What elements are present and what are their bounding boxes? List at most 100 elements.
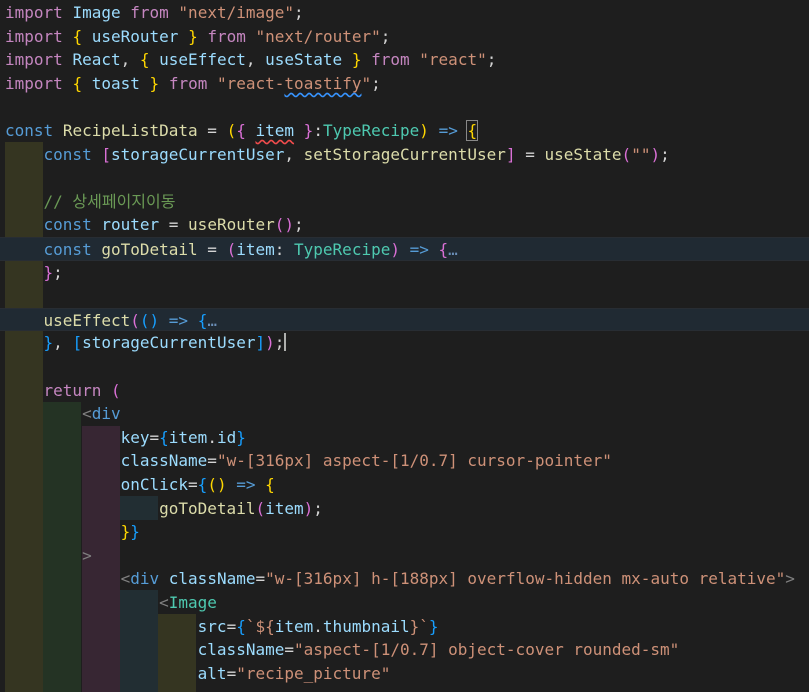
code-line-8[interactable] [0, 166, 809, 190]
code-token: => [438, 121, 458, 140]
code-line-6[interactable]: const RecipeListData = ({ item }:TypeRec… [0, 119, 809, 143]
code-line-9[interactable]: // 상세페이지이동 [0, 190, 809, 214]
text-cursor [284, 333, 287, 352]
code-token: { [197, 310, 208, 330]
code-token: }` [409, 616, 429, 636]
code-token: () [139, 310, 160, 330]
code-line-10[interactable]: const router = useRouter(); [0, 213, 809, 237]
code-line-25[interactable]: <div className="w-[316px] h-[188px] over… [0, 567, 809, 591]
code-token: } [149, 73, 160, 93]
code-line-12[interactable]: }; [0, 261, 809, 285]
code-token: useState [265, 50, 343, 70]
code-token: const [43, 144, 92, 164]
code-token: import [5, 73, 63, 93]
code-line-17[interactable]: return ( [0, 379, 809, 403]
code-token: { [466, 120, 479, 141]
code-token: { [438, 240, 449, 259]
code-line-7[interactable]: const [storageCurrentUser, setStorageCur… [0, 143, 809, 167]
code-line-27[interactable]: src={`${item.thumbnail}`} [0, 615, 809, 639]
code-token: const [43, 240, 92, 259]
code-line-22[interactable]: goToDetail(item); [0, 497, 809, 521]
code-token: = [207, 451, 217, 471]
code-token: onClick [120, 475, 189, 494]
code-line-20[interactable]: className="w-[316px] aspect-[1/0.7] curs… [0, 449, 809, 473]
code-line-14[interactable]: useEffect(() => {… [0, 307, 809, 332]
code-token: ( [226, 240, 237, 259]
code-token: import [5, 3, 63, 22]
code-line-16[interactable] [0, 355, 809, 379]
code-line-1[interactable]: import Image from "next/image"; [0, 1, 809, 25]
code-token: id [216, 427, 237, 447]
code-token: . [207, 427, 217, 447]
code-token: , [245, 50, 266, 70]
code-token: from [371, 50, 410, 70]
code-token: ( [226, 121, 237, 140]
code-token: ; [53, 262, 63, 282]
code-line-23[interactable]: }} [0, 520, 809, 544]
code-line-2[interactable]: import { useRouter } from "next/router"; [0, 25, 809, 49]
code-token: } [43, 262, 54, 282]
code-token: key [120, 427, 150, 447]
code-line-11[interactable]: const goToDetail = (item: TypeRecipe) =>… [0, 237, 809, 261]
code-token: // 상세페이지이동 [43, 191, 176, 211]
code-token: "recipe_picture" [236, 663, 391, 683]
code-token: } [120, 522, 131, 542]
code-token: } [303, 121, 314, 140]
code-line-28[interactable]: className="aspect-[1/0.7] object-cover r… [0, 638, 809, 662]
code-editor[interactable]: import Image from "next/image"; import { … [0, 0, 809, 692]
code-line-4[interactable]: import { toast } from "react-toastify"; [0, 72, 809, 96]
code-token: ; [294, 215, 304, 235]
code-line-19[interactable]: key={item.id} [0, 426, 809, 450]
code-token: < [120, 569, 131, 589]
code-line-21[interactable]: onClick={() => { [0, 473, 809, 497]
code-token: ] [255, 333, 266, 353]
code-line-24[interactable]: > [0, 544, 809, 568]
code-line-26[interactable]: <Image [0, 591, 809, 615]
code-token: useRouter [91, 26, 179, 46]
code-token: } [428, 616, 439, 636]
code-token: { [72, 26, 83, 46]
code-line-5[interactable] [0, 95, 809, 119]
code-token: from [168, 73, 208, 93]
code-line-18[interactable]: <div [0, 402, 809, 426]
code-token: ; [371, 73, 381, 93]
code-token: toast [91, 73, 140, 93]
code-token: item [274, 616, 314, 636]
code-token: } [130, 522, 140, 542]
code-token: "next/router" [255, 26, 381, 46]
code-line-29[interactable]: alt="recipe_picture" [0, 662, 809, 686]
code-token: => [236, 475, 256, 494]
code-line-15[interactable]: }, [storageCurrentUser]); [0, 331, 809, 355]
code-token: "react" [419, 50, 487, 70]
code-line-3[interactable]: import React, { useEffect, useState } fr… [0, 48, 809, 72]
code-line-13[interactable] [0, 284, 809, 308]
code-token: { [236, 616, 246, 636]
code-token: ) [419, 121, 429, 140]
code-token: toastify [284, 73, 362, 93]
code-token: > [785, 569, 795, 589]
code-token: ; [380, 26, 391, 46]
code-token: "" [631, 144, 651, 164]
code-token: const [43, 215, 92, 235]
code-token: { [72, 73, 83, 93]
